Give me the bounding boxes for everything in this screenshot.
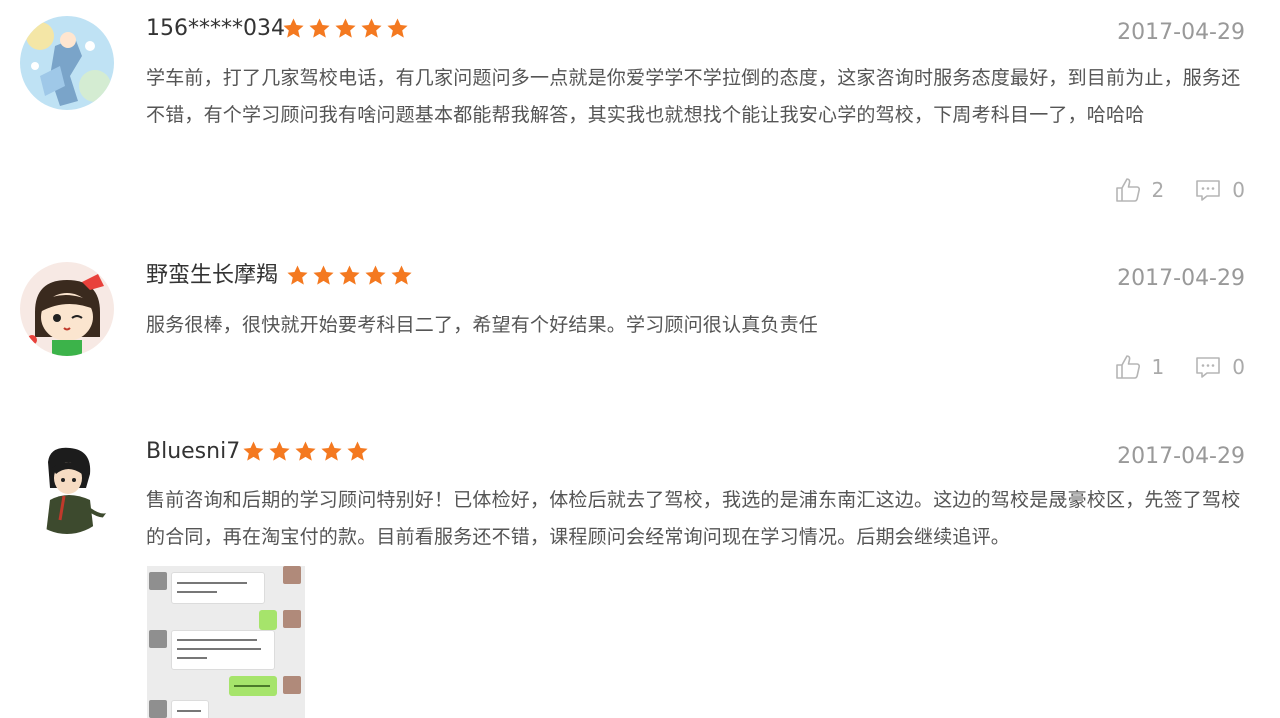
comment-icon [1194, 176, 1222, 204]
star-icon [294, 440, 317, 463]
star-icon [320, 440, 343, 463]
chat-avatar [149, 572, 167, 590]
review-content: 学车前，打了几家驾校电话，有几家问题问多一点就是你爱学学不学拉倒的态度，这家咨询… [146, 67, 1241, 126]
chat-bubble [171, 572, 265, 604]
avatar[interactable] [20, 262, 114, 356]
star-icon [242, 440, 265, 463]
like-button[interactable]: 2 [1114, 176, 1165, 204]
avatar[interactable] [20, 16, 114, 110]
comment-button[interactable]: 0 [1194, 176, 1245, 204]
review-date: 2017-04-29 [1117, 266, 1245, 291]
review-content: 服务很棒，很快就开始要考科目二了，希望有个好结果。学习顾问很认真负责任 [146, 314, 819, 336]
star-icon [364, 264, 387, 287]
chat-bubble [171, 700, 209, 718]
star-rating [286, 264, 413, 287]
review-actions: 2 0 [1114, 176, 1245, 204]
comment-icon [1194, 353, 1222, 381]
star-icon [390, 264, 413, 287]
star-icon [338, 264, 361, 287]
comment-count: 0 [1232, 178, 1245, 202]
review-date: 2017-04-29 [1117, 444, 1245, 469]
star-icon [346, 440, 369, 463]
review-actions: 1 0 [1114, 353, 1245, 381]
star-icon [386, 17, 409, 40]
star-icon [282, 17, 305, 40]
chat-avatar [283, 610, 301, 628]
like-button[interactable]: 1 [1114, 353, 1165, 381]
review-date: 2017-04-29 [1117, 20, 1245, 45]
avatar[interactable] [20, 440, 114, 534]
username: Bluesni7 [146, 439, 241, 464]
chat-avatar [149, 700, 167, 718]
review-photo-chat-screenshot[interactable] [147, 566, 305, 718]
username: 156*****034 [146, 16, 285, 41]
username: 野蛮生长摩羯 [146, 263, 279, 288]
star-icon [268, 440, 291, 463]
chat-avatar [283, 566, 301, 584]
star-rating [242, 440, 369, 463]
like-count: 2 [1151, 178, 1165, 202]
chat-avatar [149, 630, 167, 648]
chat-bubble [171, 630, 275, 670]
like-count: 1 [1151, 355, 1165, 379]
star-rating [282, 17, 409, 40]
star-icon [312, 264, 335, 287]
chat-bubble [259, 610, 277, 630]
chat-avatar [283, 676, 301, 694]
thumbs-up-icon [1114, 353, 1142, 381]
comment-count: 0 [1232, 355, 1245, 379]
star-icon [360, 17, 383, 40]
star-icon [308, 17, 331, 40]
review-content: 售前咨询和后期的学习顾问特别好！已体检好，体检后就去了驾校，我选的是浦东南汇这边… [146, 489, 1241, 548]
star-icon [286, 264, 309, 287]
star-icon [334, 17, 357, 40]
thumbs-up-icon [1114, 176, 1142, 204]
chat-bubble [229, 676, 277, 696]
comment-button[interactable]: 0 [1194, 353, 1245, 381]
